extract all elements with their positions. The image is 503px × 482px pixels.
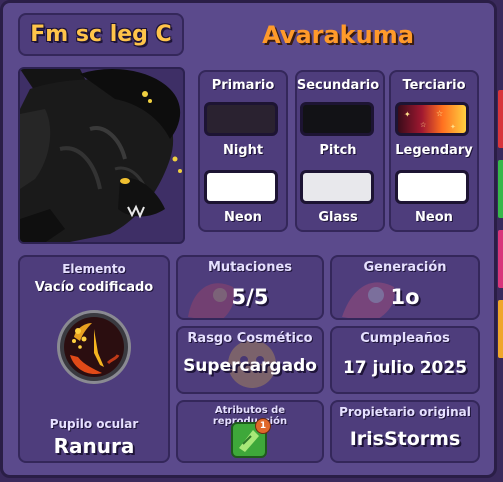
primary-header: Primario: [211, 78, 275, 93]
eye-title: Pupilo ocular: [49, 417, 139, 431]
breeding-panel: Atributos de reproducción 1: [176, 400, 324, 463]
tertiary-bottom-label: Neon: [415, 210, 453, 225]
birthday-value: 17 julio 2025: [342, 358, 468, 378]
svg-text:☆: ☆: [420, 121, 426, 129]
secondary-bottom-swatch[interactable]: [300, 170, 374, 204]
nickname-text: Fm sc leg C: [30, 22, 172, 47]
tertiary-top-swatch[interactable]: ✦ ☆ ☆ ✦: [395, 102, 469, 136]
tertiary-top-label: Legendary: [395, 143, 473, 158]
svg-text:☆: ☆: [436, 109, 443, 118]
mutations-value: 5/5: [231, 285, 269, 309]
svg-text:✦: ✦: [404, 110, 411, 119]
primary-top-label: Night: [222, 143, 264, 158]
primary-top-swatch[interactable]: [204, 102, 278, 136]
element-value: Vacío codificado: [34, 280, 154, 295]
birthday-panel: Cumpleaños 17 julio 2025: [330, 326, 480, 394]
mutations-panel: Mutaciones 5/5: [176, 255, 324, 320]
primary-bottom-label: Neon: [224, 210, 262, 225]
element-panel: Elemento Vacío codificado Pupilo ocular …: [18, 255, 170, 463]
secondary-header: Secundario: [296, 78, 380, 93]
cosmetic-title: Rasgo Cosmético: [187, 331, 313, 346]
trait-count-text: 1: [259, 421, 267, 431]
side-tab-pink[interactable]: [498, 230, 503, 288]
owner-title: Propietario original: [339, 405, 471, 419]
breeding-trait-button[interactable]: 1: [231, 418, 271, 458]
secondary-bottom-label: Glass: [318, 210, 358, 225]
side-tab-green[interactable]: [498, 160, 503, 218]
creature-portrait: [18, 67, 185, 244]
side-tab-red[interactable]: [498, 90, 503, 148]
owner-value: IrisStorms: [349, 428, 461, 450]
generation-value: 1o: [390, 285, 420, 309]
side-tabs: [498, 90, 503, 370]
trait-count-badge: 1: [255, 418, 271, 434]
side-tab-orange[interactable]: [498, 300, 503, 358]
secondary-top-swatch[interactable]: [300, 102, 374, 136]
element-title: Elemento: [62, 262, 126, 276]
generation-panel: Generación 1o: [330, 255, 480, 320]
cosmetic-value: Supercargado: [183, 356, 317, 376]
species-name: Avarakuma: [262, 20, 414, 49]
nickname-box[interactable]: Fm sc leg C: [18, 13, 184, 56]
primary-bottom-swatch[interactable]: [204, 170, 278, 204]
secondary-top-label: Pitch: [319, 143, 357, 158]
generation-title: Generación: [363, 260, 447, 275]
eye-value: Ranura: [53, 434, 135, 458]
creature-image: [20, 69, 182, 242]
tertiary-header: Terciario: [402, 78, 466, 93]
svg-text:✦: ✦: [450, 123, 456, 131]
cosmetic-panel: Rasgo Cosmético Supercargado: [176, 326, 324, 394]
tertiary-bottom-swatch[interactable]: [395, 170, 469, 204]
void-element-icon: [57, 310, 131, 384]
star-pattern-icon: ✦ ☆ ☆ ✦: [404, 109, 456, 131]
mutations-title: Mutaciones: [207, 260, 293, 275]
owner-panel: Propietario original IrisStorms: [330, 400, 480, 463]
birthday-title: Cumpleaños: [360, 331, 450, 346]
